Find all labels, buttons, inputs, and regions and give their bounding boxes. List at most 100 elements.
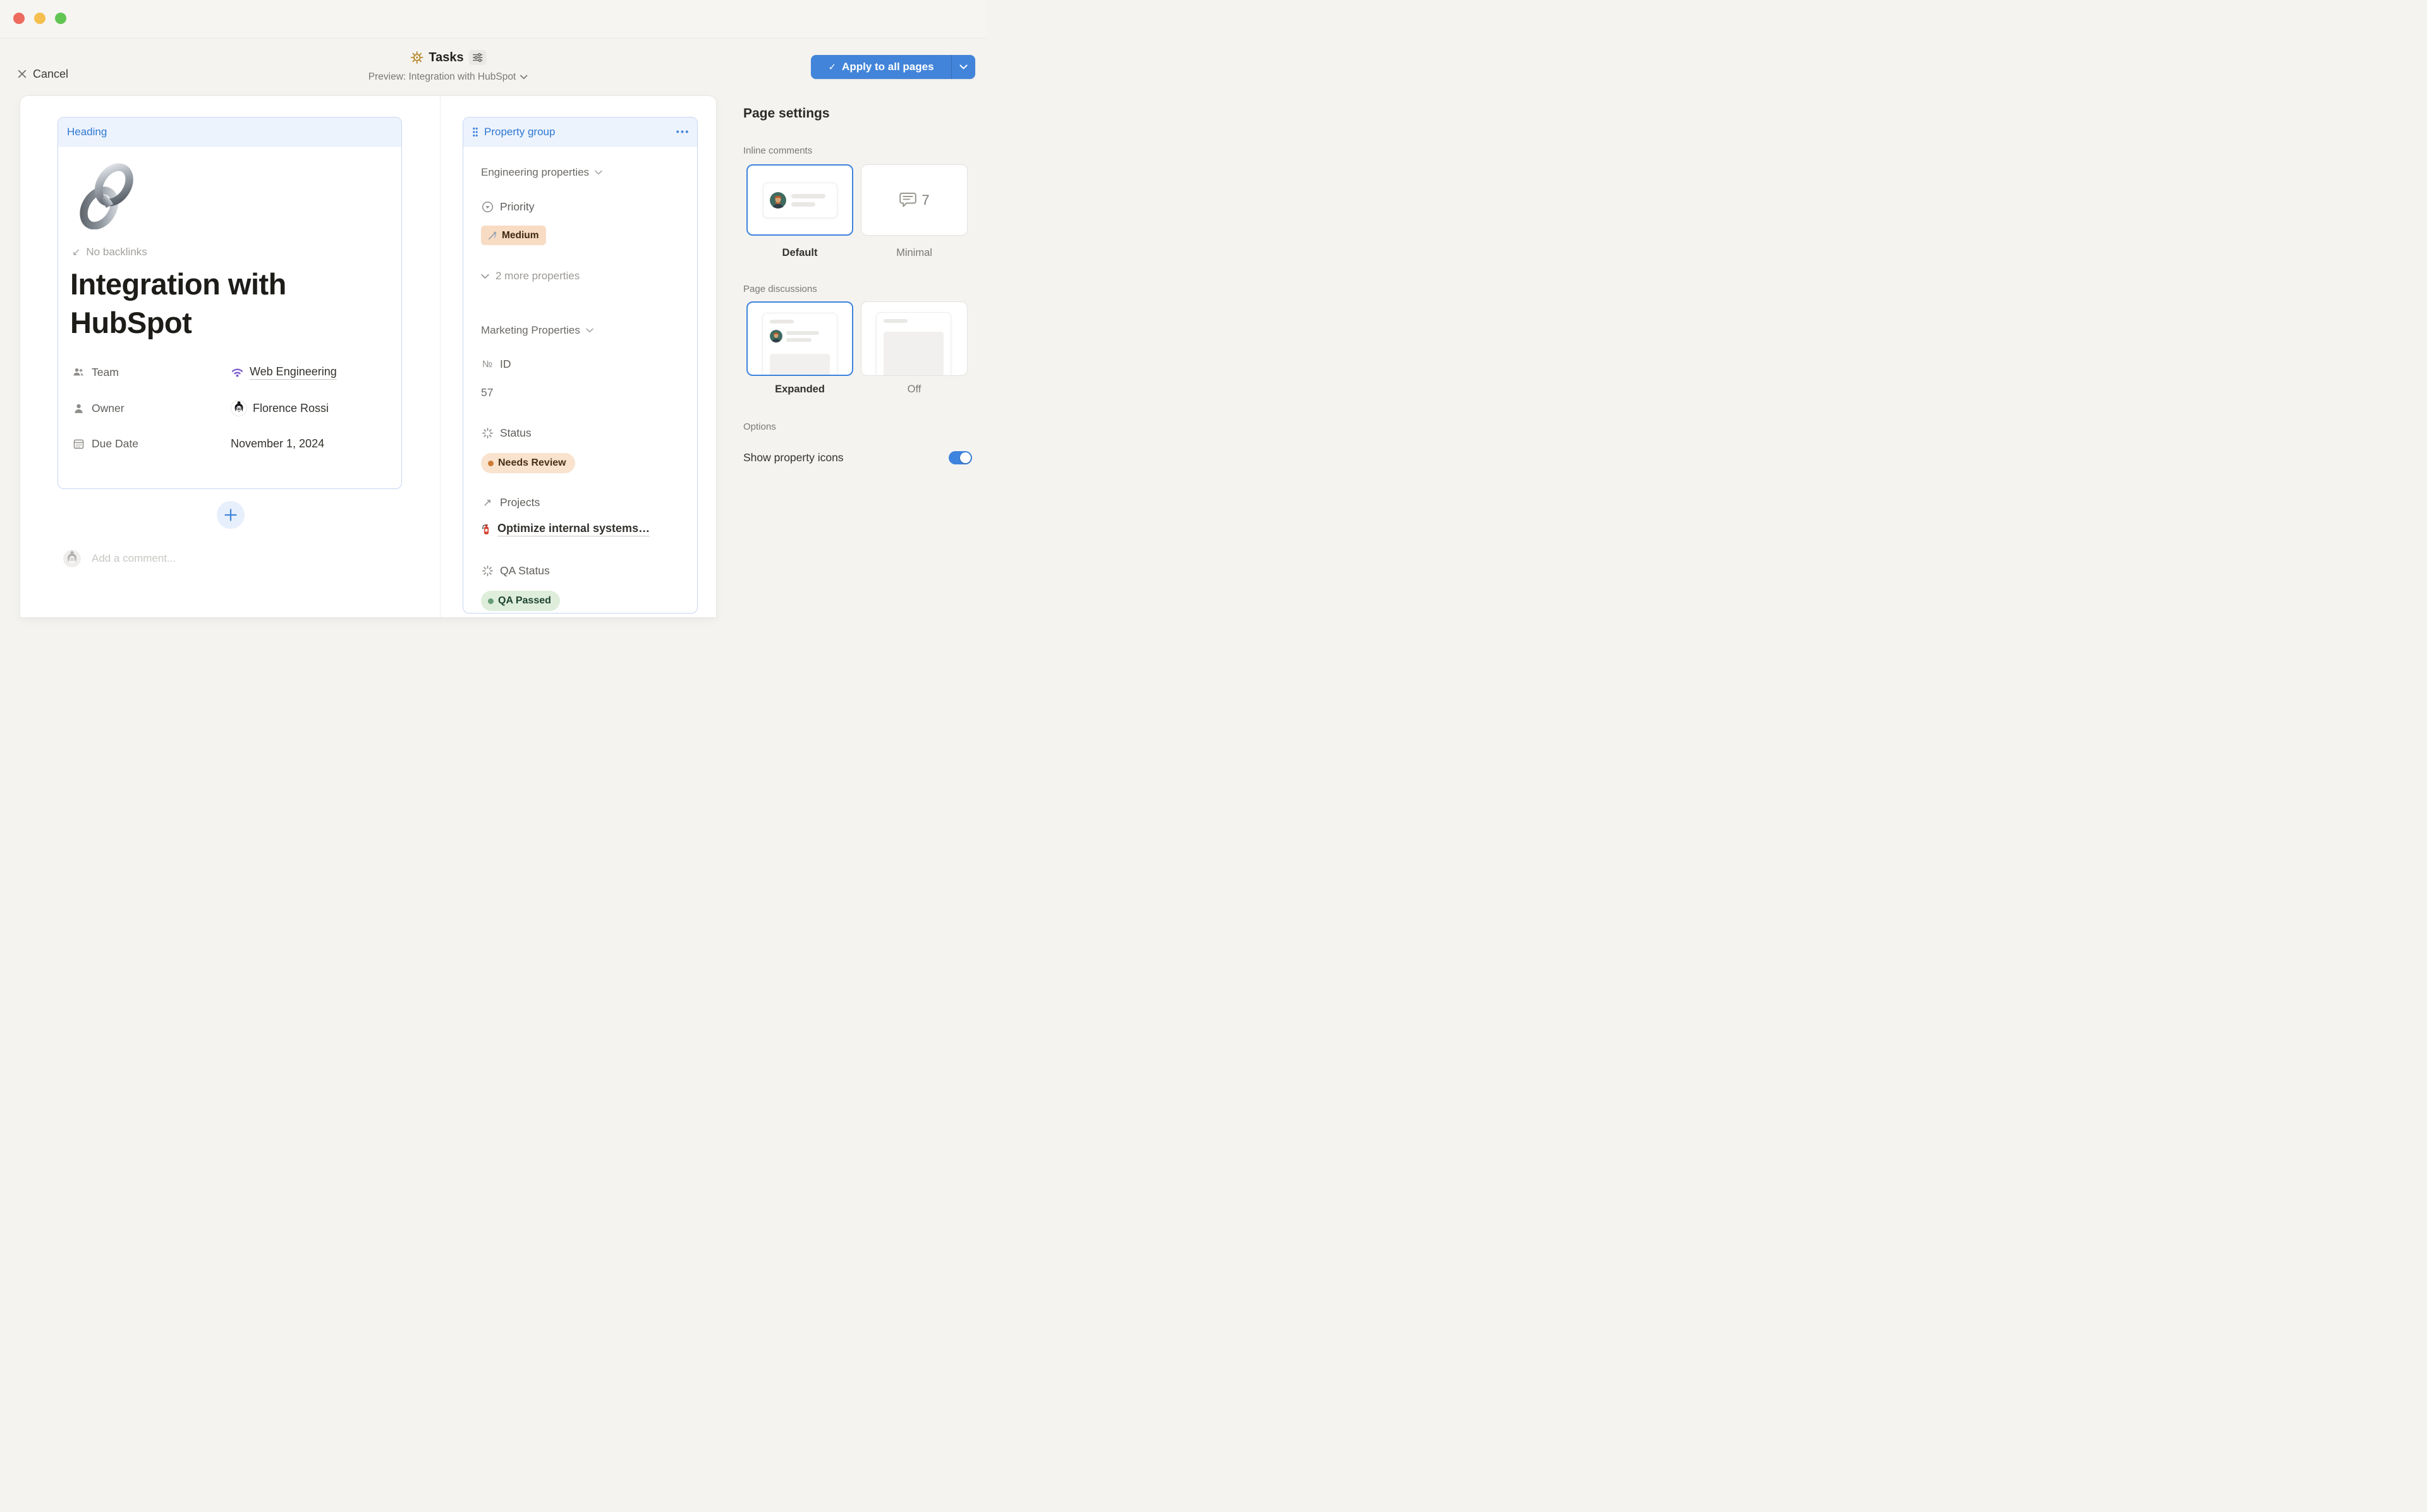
options-section-label: Options — [743, 421, 776, 432]
avatar owner-avatar — [231, 400, 247, 416]
backlinks-row[interactable]: ↙ No backlinks — [72, 246, 147, 258]
avatar mini-avatar — [770, 330, 782, 342]
document-header: Tasks Preview: Integration with HubSpot — [368, 47, 528, 83]
chevron-down-icon — [586, 328, 593, 333]
cancel-button[interactable]: Cancel — [18, 65, 68, 83]
property-group-header[interactable]: Property group — [463, 118, 697, 147]
option-label-expanded: Expanded — [746, 384, 853, 396]
status-value: Needs Review — [498, 457, 566, 469]
page-discussions-option-off[interactable] — [861, 301, 968, 376]
inline-comments-option-minimal[interactable]: 7 — [861, 164, 968, 236]
expanded-option-preview — [762, 313, 837, 376]
projects-value-row: Optimize internal systems… — [481, 522, 650, 536]
section-marketing-properties[interactable]: Marketing Properties — [481, 324, 593, 337]
avatar commenter-avatar — [63, 550, 81, 567]
option-label-off: Off — [861, 384, 968, 396]
option-label-default: Default — [746, 247, 853, 259]
off-option-preview — [876, 312, 951, 376]
preview-label: Preview: Integration with HubSpot — [368, 71, 516, 83]
show-property-icons-label: Show property icons — [743, 451, 844, 464]
gold-wheel-icon — [410, 51, 423, 64]
page-title: Integration with HubSpot — [70, 265, 374, 342]
comment-count-badge: 7 — [922, 192, 929, 209]
toggle-knob — [960, 452, 971, 463]
add-block-button[interactable] — [217, 501, 245, 529]
id-value: 57 — [481, 386, 493, 399]
zoom-window-button[interactable] — [55, 13, 66, 24]
check-icon: ✓ — [828, 61, 836, 73]
section-title: Engineering properties — [481, 166, 589, 179]
page-icon chain-links-icon — [71, 159, 142, 233]
comment-bubble-icon — [899, 191, 917, 209]
project-link[interactable]: Optimize internal systems… — [497, 522, 650, 536]
field-label: Status — [500, 426, 532, 440]
property-row-team: Team — [71, 363, 119, 382]
field-projects: ↗ Projects — [481, 496, 540, 509]
placeholder-content-block — [884, 332, 944, 376]
status-spinner-icon — [481, 427, 494, 439]
field-priority: Priority — [481, 200, 534, 214]
chevron-down-icon — [595, 170, 602, 175]
property-label: Team — [92, 366, 119, 379]
priority-tag-medium: Medium — [481, 226, 546, 245]
apply-options-dropdown[interactable] — [952, 55, 975, 79]
property-value-team: Web Engineering — [231, 363, 337, 382]
field-label: Priority — [500, 200, 534, 214]
page-discussions-label: Page discussions — [743, 284, 817, 294]
property-row-due-date: Due Date — [71, 434, 138, 453]
field-qa-status: QA Status — [481, 564, 550, 578]
person-icon — [71, 402, 85, 414]
page-settings-title: Page settings — [743, 106, 830, 121]
section-engineering-properties[interactable]: Engineering properties — [481, 166, 602, 179]
arrow-up-right-icon: ↗ — [481, 497, 494, 509]
heading-block-header[interactable]: Heading — [58, 118, 401, 147]
close-window-button[interactable] — [13, 13, 25, 24]
priority-icon — [481, 201, 494, 213]
cancel-label: Cancel — [33, 68, 68, 81]
chevron-down-icon — [481, 274, 489, 279]
status-spinner-icon — [481, 565, 494, 577]
page-settings-panel: Page settings Inline comments — [743, 96, 972, 617]
drag-handle-icon[interactable] — [472, 127, 478, 137]
comment-composer[interactable]: Add a comment... — [63, 550, 176, 567]
page-discussions-option-expanded[interactable] — [746, 301, 853, 376]
placeholder-text-lines — [791, 194, 825, 207]
close-icon — [18, 70, 27, 78]
team-people-icon — [71, 366, 85, 378]
show-property-icons-toggle[interactable] — [949, 451, 972, 464]
backlinks-text: No backlinks — [86, 246, 147, 258]
apply-to-all-pages-button[interactable]: ✓ Apply to all pages — [811, 55, 975, 79]
section-title: Marketing Properties — [481, 324, 580, 337]
preview-page-selector[interactable]: Preview: Integration with HubSpot — [368, 71, 528, 83]
ellipsis-icon — [676, 130, 688, 133]
inline-comments-label: Inline comments — [743, 145, 812, 156]
team-link[interactable]: Web Engineering — [250, 365, 337, 380]
heading-block-card[interactable]: Heading — [58, 117, 402, 489]
option-label-minimal: Minimal — [861, 247, 968, 259]
plus-icon — [224, 509, 237, 521]
minimize-window-button[interactable] — [34, 13, 46, 24]
column-divider — [440, 96, 441, 617]
wifi-icon — [231, 366, 244, 378]
status-tag-qa-passed: QA Passed — [481, 591, 560, 611]
field-status: Status — [481, 426, 532, 440]
property-group-card[interactable]: Property group Engineering properties Pr… — [463, 117, 698, 614]
show-property-icons-row: Show property icons — [743, 445, 972, 471]
status-dot-icon — [488, 598, 494, 604]
inline-comments-option-default[interactable] — [746, 164, 853, 236]
field-label: ID — [500, 358, 511, 371]
minimal-option-preview: 7 — [899, 191, 929, 209]
avatar mini-avatar — [770, 192, 786, 209]
more-properties-label: 2 more properties — [496, 270, 580, 282]
field-label: Projects — [500, 496, 540, 509]
customize-page-window: Cancel Tasks — [0, 0, 986, 617]
field-id: № ID — [481, 358, 511, 371]
calendar-icon — [71, 438, 85, 450]
block-menu-button[interactable] — [676, 130, 688, 133]
more-properties-toggle[interactable]: 2 more properties — [481, 270, 580, 282]
window-titlebar — [0, 0, 986, 39]
sliders-icon — [473, 53, 483, 62]
layout-settings-button[interactable] — [469, 50, 487, 65]
page-preview-panel: Heading — [20, 96, 716, 617]
property-label: Due Date — [92, 437, 138, 451]
